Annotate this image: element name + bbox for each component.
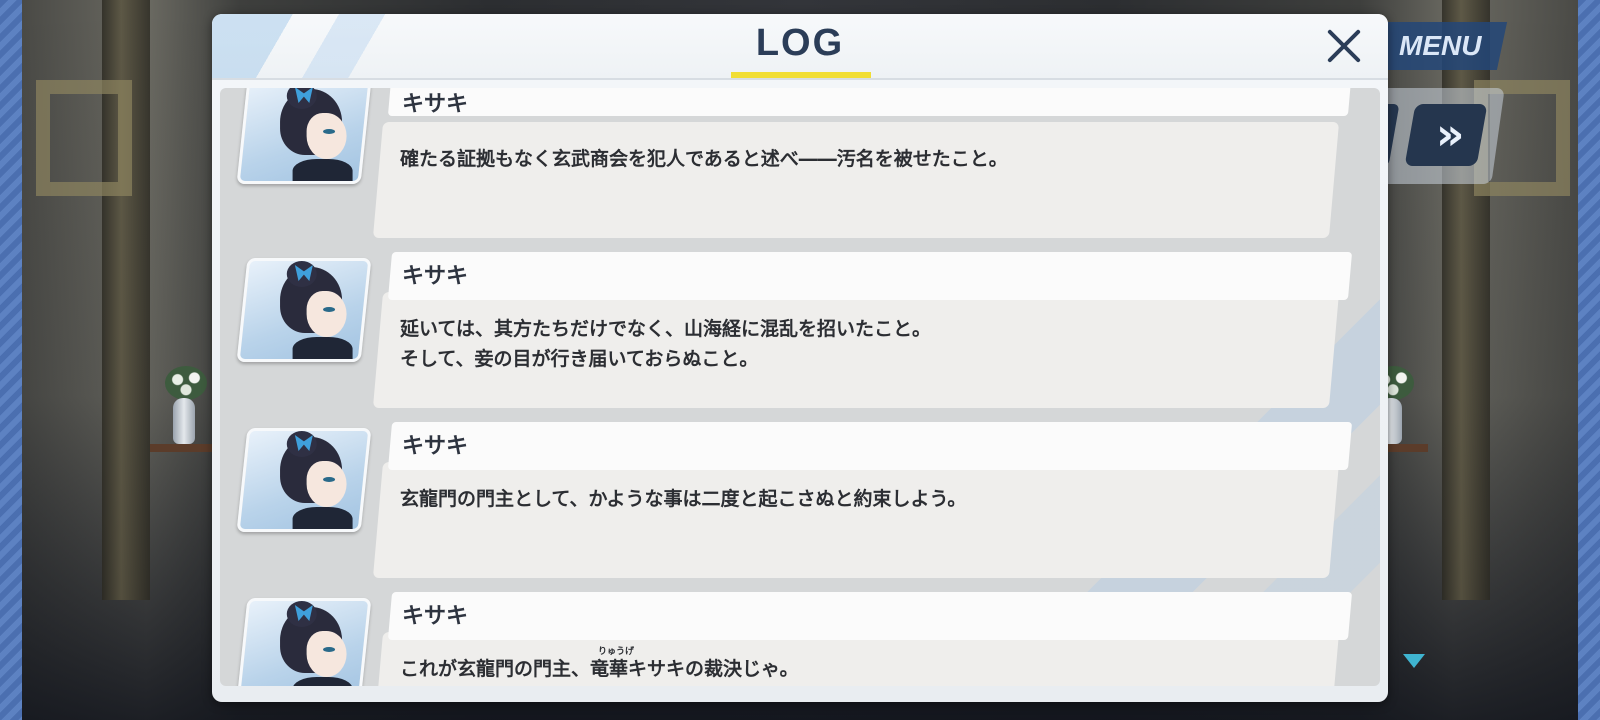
name-bar <box>387 422 1353 470</box>
character-portrait <box>236 428 372 532</box>
text-box <box>372 122 1340 238</box>
screen-border-right <box>1578 0 1600 720</box>
speaker-name: キサキ <box>402 264 469 289</box>
speaker-name: キサキ <box>402 92 469 117</box>
dialogue-text: 確たる証拠もなく玄武商会を犯人であると述べ――汚名を被せたこと。 <box>400 148 1008 170</box>
menu-button[interactable]: MENU <box>1372 22 1508 70</box>
dialogue-text: これが玄龍門の門主、竜華キサキの裁決じゃ。 <box>400 658 799 680</box>
log-entry: キサキ 延いては、其方たちだけでなく、山海経に混乱を招いたこと。 そして、妾の目… <box>220 252 1380 416</box>
log-title: LOG <box>755 22 845 64</box>
name-bar <box>387 88 1353 116</box>
text-box <box>372 462 1340 578</box>
next-indicator-icon <box>1403 654 1425 668</box>
speaker-name: キサキ <box>402 604 469 629</box>
character-portrait <box>236 598 372 686</box>
side-table <box>150 444 220 452</box>
name-bar <box>387 592 1353 640</box>
flower-arrangement <box>165 366 207 400</box>
log-window: LOG キサキ 確たる証拠もなく玄武商会を犯人であると述べ――汚名を被せたこと。… <box>212 14 1388 702</box>
fast-forward-icon: » <box>1435 109 1457 160</box>
log-list[interactable]: キサキ 確たる証拠もなく玄武商会を犯人であると述べ――汚名を被せたこと。 キサキ… <box>220 88 1380 686</box>
title-underline <box>731 72 871 78</box>
speaker-name: キサキ <box>402 434 469 459</box>
log-entry: キサキ 確たる証拠もなく玄武商会を犯人であると述べ――汚名を被せたこと。 <box>220 88 1380 246</box>
close-button[interactable] <box>1324 26 1364 66</box>
dialogue-text: 延いては、其方たちだけでなく、山海経に混乱を招いたこと。 そして、妾の目が行き届… <box>400 318 932 370</box>
log-entry: キサキ りゅうげ これが玄龍門の門主、竜華キサキの裁決じゃ。 <box>220 592 1380 686</box>
vase <box>173 398 195 444</box>
log-entry: キサキ 玄龍門の門主として、かような事は二度と起こさぬと約束しよう。 <box>220 422 1380 586</box>
game-screen: MENU » LOG キサキ 確たる証拠もなく玄武商会を犯人であると述べ――汚名… <box>0 0 1600 720</box>
divider <box>212 78 1388 80</box>
character-portrait <box>236 258 372 362</box>
fast-forward-button[interactable]: » <box>1404 104 1488 166</box>
name-bar <box>387 252 1353 300</box>
menu-label: MENU <box>1398 30 1482 61</box>
dialogue-text: 玄龍門の門主として、かような事は二度と起こさぬと約束しよう。 <box>400 488 967 510</box>
character-portrait <box>236 88 372 184</box>
screen-border-left <box>0 0 22 720</box>
lattice-window <box>36 80 132 196</box>
